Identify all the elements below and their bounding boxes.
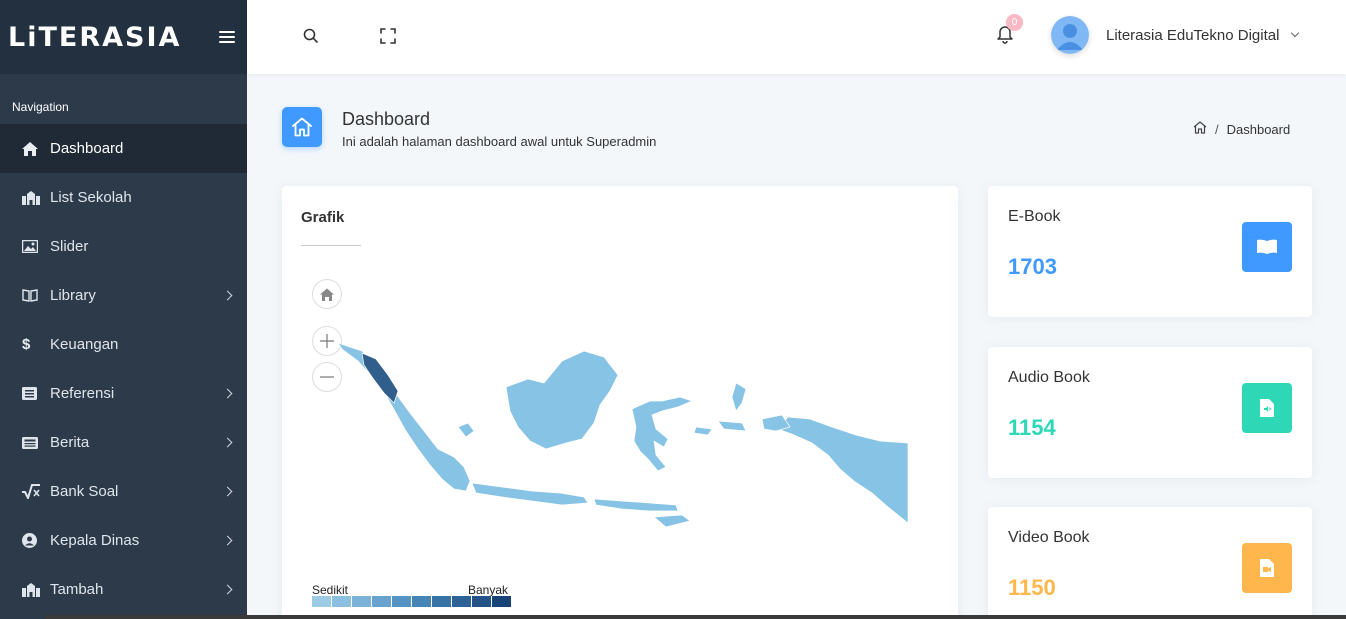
legend-low-label: Sedikit (312, 583, 349, 597)
legend-swatch (472, 596, 492, 607)
stat-value: 1154 (1008, 415, 1056, 440)
sidebar-item-keuangan[interactable]: $ Keuangan (0, 320, 247, 369)
sidebar: LiTERASIA Navigation Dashboard List Seko… (0, 0, 247, 619)
legend-swatch (392, 596, 412, 607)
breadcrumb-separator: / (1215, 121, 1219, 137)
stat-label: Audio Book (1008, 369, 1090, 386)
brand-logo[interactable]: LiTERASIA (8, 22, 181, 53)
sidebar-item-label: Bank Soal (50, 483, 119, 500)
sidebar-item-library[interactable]: Library (0, 271, 247, 320)
user-profile-menu[interactable]: Literasia EduTekno Digital (1051, 16, 1300, 54)
stat-card-audiobook[interactable]: Audio Book 1154 (988, 347, 1312, 478)
dollar-icon: $ (22, 336, 31, 353)
user-circle-icon (22, 533, 50, 548)
map-region-bali-nt[interactable] (593, 498, 679, 512)
sidebar-item-label: Slider (50, 238, 89, 255)
chevron-right-icon (222, 584, 233, 595)
chevron-right-icon (222, 437, 233, 448)
page-subtitle: Ini adalah halaman dashboard awal untuk … (342, 134, 657, 149)
indonesia-map[interactable] (332, 331, 912, 551)
page-home-icon (282, 107, 322, 147)
notification-badge: 0 (1006, 14, 1023, 31)
stat-label: E-Book (1008, 208, 1061, 225)
fullscreen-icon[interactable] (378, 26, 398, 46)
stat-card-videobook[interactable]: Video Book 1150 (988, 507, 1312, 619)
top-header: 0 Literasia EduTekno Digital (247, 0, 1346, 74)
sidebar-item-label: List Sekolah (50, 189, 132, 206)
sidebar-item-slider[interactable]: Slider (0, 222, 247, 271)
newspaper-icon (22, 436, 50, 449)
map-region-aceh[interactable] (361, 352, 399, 404)
legend-swatch (492, 596, 512, 607)
map-region-bangka[interactable] (457, 422, 475, 438)
sidebar-item-bank-soal[interactable]: Bank Soal (0, 467, 247, 516)
sidebar-item-label: Tambah (50, 581, 104, 598)
map-region-maluku[interactable] (693, 382, 747, 436)
legend-swatch (352, 596, 372, 607)
list-icon (22, 387, 50, 400)
map-region-java[interactable] (471, 482, 589, 506)
sidebar-item-label: Referensi (50, 385, 115, 402)
chevron-right-icon (222, 388, 233, 399)
card-title-underline (301, 245, 361, 246)
menu-toggle-icon[interactable] (219, 31, 235, 43)
book-icon (1242, 222, 1292, 272)
legend-swatch (412, 596, 432, 607)
taskbar-strip (45, 615, 1346, 619)
breadcrumb: / Dashboard (1193, 121, 1290, 137)
map-home-button[interactable] (312, 279, 342, 309)
legend-swatch (312, 596, 332, 607)
chevron-down-icon (1291, 28, 1300, 38)
brand-bar: LiTERASIA (0, 0, 247, 74)
school-icon (22, 190, 50, 205)
map-card: Grafik Sedikit Banyak (282, 186, 958, 619)
video-file-icon (1242, 543, 1292, 593)
audio-file-icon (1242, 383, 1292, 433)
map-region-sumatra[interactable] (337, 342, 471, 492)
sidebar-item-tambah[interactable]: Tambah (0, 565, 247, 614)
map-region-sulawesi[interactable] (631, 396, 693, 472)
home-icon (22, 141, 50, 156)
card-title: Grafik (301, 209, 345, 226)
image-icon (22, 240, 50, 253)
legend-swatch (332, 596, 352, 607)
stat-value: 1150 (1008, 575, 1056, 600)
legend-swatch (372, 596, 392, 607)
sidebar-item-referensi[interactable]: Referensi (0, 369, 247, 418)
chevron-right-icon (222, 290, 233, 301)
chevron-right-icon (222, 486, 233, 497)
map-region-papua[interactable] (777, 416, 909, 524)
legend-high-label: Banyak (468, 583, 509, 597)
map-region-kalimantan[interactable] (505, 350, 619, 450)
square-root-icon (22, 484, 50, 499)
search-icon[interactable] (301, 26, 321, 46)
sidebar-item-label: Berita (50, 434, 90, 451)
chevron-right-icon (222, 535, 233, 546)
user-name: Literasia EduTekno Digital (1106, 26, 1280, 44)
legend-scale (312, 596, 512, 607)
sidebar-item-kepala-dinas[interactable]: Kepala Dinas (0, 516, 247, 565)
book-open-icon (22, 289, 50, 302)
school-icon (22, 582, 50, 597)
sidebar-item-dashboard[interactable]: Dashboard (0, 124, 247, 173)
sidebar-item-list-sekolah[interactable]: List Sekolah (0, 173, 247, 222)
stat-value: 1703 (1008, 254, 1057, 279)
avatar (1051, 16, 1089, 54)
breadcrumb-item[interactable]: Dashboard (1227, 122, 1291, 137)
legend-swatch (432, 596, 452, 607)
legend-swatch (452, 596, 472, 607)
page-title: Dashboard (342, 109, 431, 129)
sidebar-item-berita[interactable]: Berita (0, 418, 247, 467)
sidebar-item-label: Keuangan (50, 336, 119, 353)
nav-caption: Navigation (12, 100, 69, 114)
breadcrumb-home-icon[interactable] (1193, 121, 1207, 137)
stat-label: Video Book (1008, 529, 1090, 546)
map-region-timor[interactable] (653, 514, 691, 528)
stat-card-ebook[interactable]: E-Book 1703 (988, 186, 1312, 317)
sidebar-item-label: Dashboard (50, 140, 124, 157)
sidebar-item-label: Library (50, 287, 96, 304)
sidebar-item-label: Kepala Dinas (50, 532, 140, 549)
